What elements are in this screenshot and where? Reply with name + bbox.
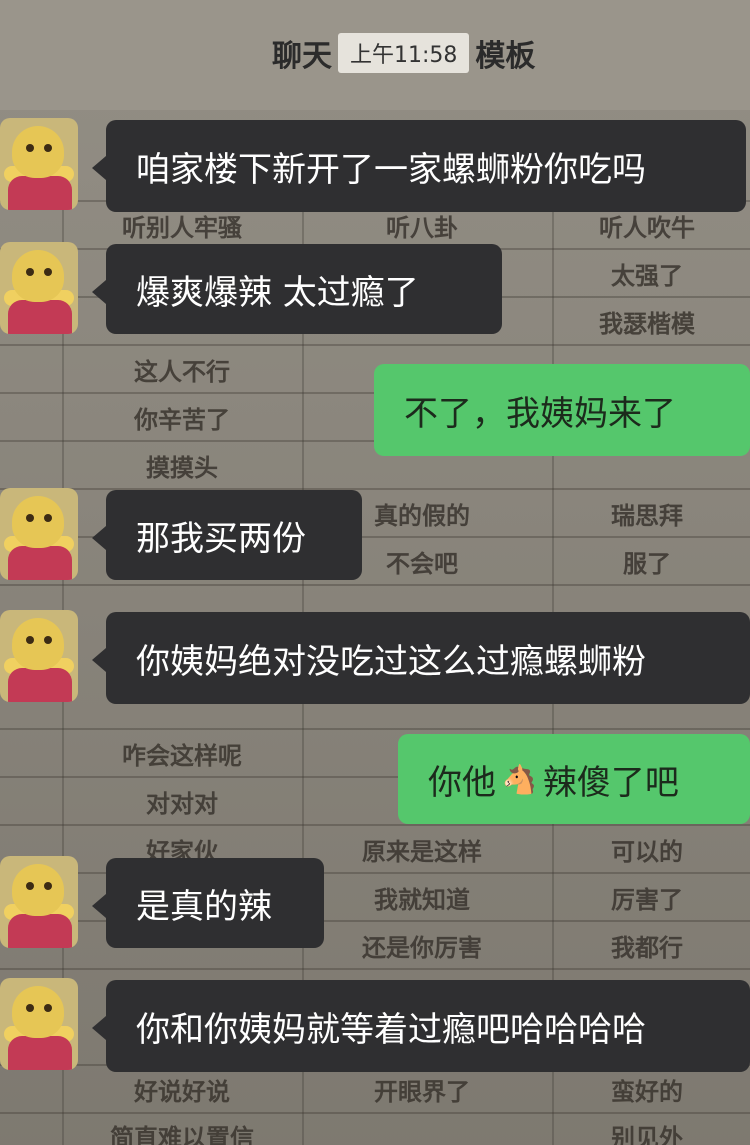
avatar-face	[12, 986, 64, 1038]
avatar-body	[8, 300, 72, 334]
template-cell: 简直难以置信	[110, 1124, 254, 1145]
title-right: 模板	[475, 39, 536, 74]
avatar-eye	[26, 514, 34, 522]
page-title: 聊天 上午11:58 模板	[272, 32, 535, 74]
message-bubble-self[interactable]: 不了，我姨妈来了	[374, 364, 750, 456]
title-left: 聊天	[272, 39, 332, 74]
template-cell: 这人不行	[134, 358, 230, 386]
template-cell: 我都行	[611, 934, 683, 962]
avatar-body	[8, 176, 72, 210]
avatar-face	[12, 250, 64, 302]
template-cell: 摸摸头	[146, 454, 218, 482]
message-bubble[interactable]: 是真的辣	[92, 858, 324, 948]
avatar-body	[8, 668, 72, 702]
template-cell: 服了	[623, 550, 671, 578]
avatar-eye	[26, 144, 34, 152]
avatar-body	[8, 1036, 72, 1070]
template-cell: 听八卦	[386, 214, 458, 242]
avatar-face	[12, 126, 64, 178]
message-bubble-self[interactable]: 你他 🐴 辣傻了吧	[398, 734, 750, 824]
template-cell: 好说好说	[134, 1078, 230, 1106]
avatar-eye	[44, 514, 52, 522]
template-cell: 我就知道	[374, 886, 470, 914]
avatar-face	[12, 496, 64, 548]
template-cell: 对对对	[146, 790, 218, 818]
template-cell: 原来是这样	[362, 838, 482, 866]
template-cell: 我瑟楷模	[599, 310, 695, 338]
horse-icon: 🐴	[502, 762, 537, 796]
avatar-eye	[44, 144, 52, 152]
template-cell: 瑞思拜	[611, 502, 683, 530]
timestamp: 上午11:58	[338, 33, 470, 73]
template-cell: 咋会这样呢	[122, 742, 242, 770]
message-bubble[interactable]: 你姨妈绝对没吃过这么过瘾螺蛳粉	[92, 612, 750, 704]
avatar-eye	[44, 636, 52, 644]
template-cell: 别见外	[611, 1124, 683, 1145]
template-cell: 太强了	[611, 262, 683, 290]
template-cell: 蛮好的	[611, 1078, 683, 1106]
avatar[interactable]	[0, 610, 78, 702]
avatar-body	[8, 914, 72, 948]
avatar[interactable]	[0, 118, 78, 210]
message-text-before: 你他	[428, 762, 496, 803]
template-cell: 还是你厉害	[362, 934, 482, 962]
avatar-eye	[26, 636, 34, 644]
avatar[interactable]	[0, 488, 78, 580]
template-cell: 厉害了	[611, 886, 683, 914]
avatar-face	[12, 618, 64, 670]
avatar-eye	[26, 268, 34, 276]
avatar-eye	[26, 1004, 34, 1012]
avatar-eye	[26, 882, 34, 890]
avatar-eye	[44, 882, 52, 890]
avatar-eye	[44, 1004, 52, 1012]
message-bubble[interactable]: 咱家楼下新开了一家螺蛳粉你吃吗	[92, 120, 746, 212]
template-cell: 可以的	[611, 838, 683, 866]
template-cell: 听人吹牛	[599, 214, 695, 242]
avatar-body	[8, 546, 72, 580]
avatar[interactable]	[0, 978, 78, 1070]
avatar-face	[12, 864, 64, 916]
message-bubble[interactable]: 你和你姨妈就等着过瘾吧哈哈哈哈	[92, 980, 750, 1072]
avatar-eye	[44, 268, 52, 276]
message-bubble[interactable]: 爆爽爆辣 太过瘾了	[92, 244, 502, 334]
message-bubble[interactable]: 那我买两份	[92, 490, 362, 580]
template-cell: 开眼界了	[374, 1078, 470, 1106]
template-cell: 听别人牢骚	[122, 214, 242, 242]
message-text-after: 辣傻了吧	[542, 762, 679, 803]
avatar[interactable]	[0, 856, 78, 948]
template-cell: 你辛苦了	[134, 406, 230, 434]
avatar[interactable]	[0, 242, 78, 334]
